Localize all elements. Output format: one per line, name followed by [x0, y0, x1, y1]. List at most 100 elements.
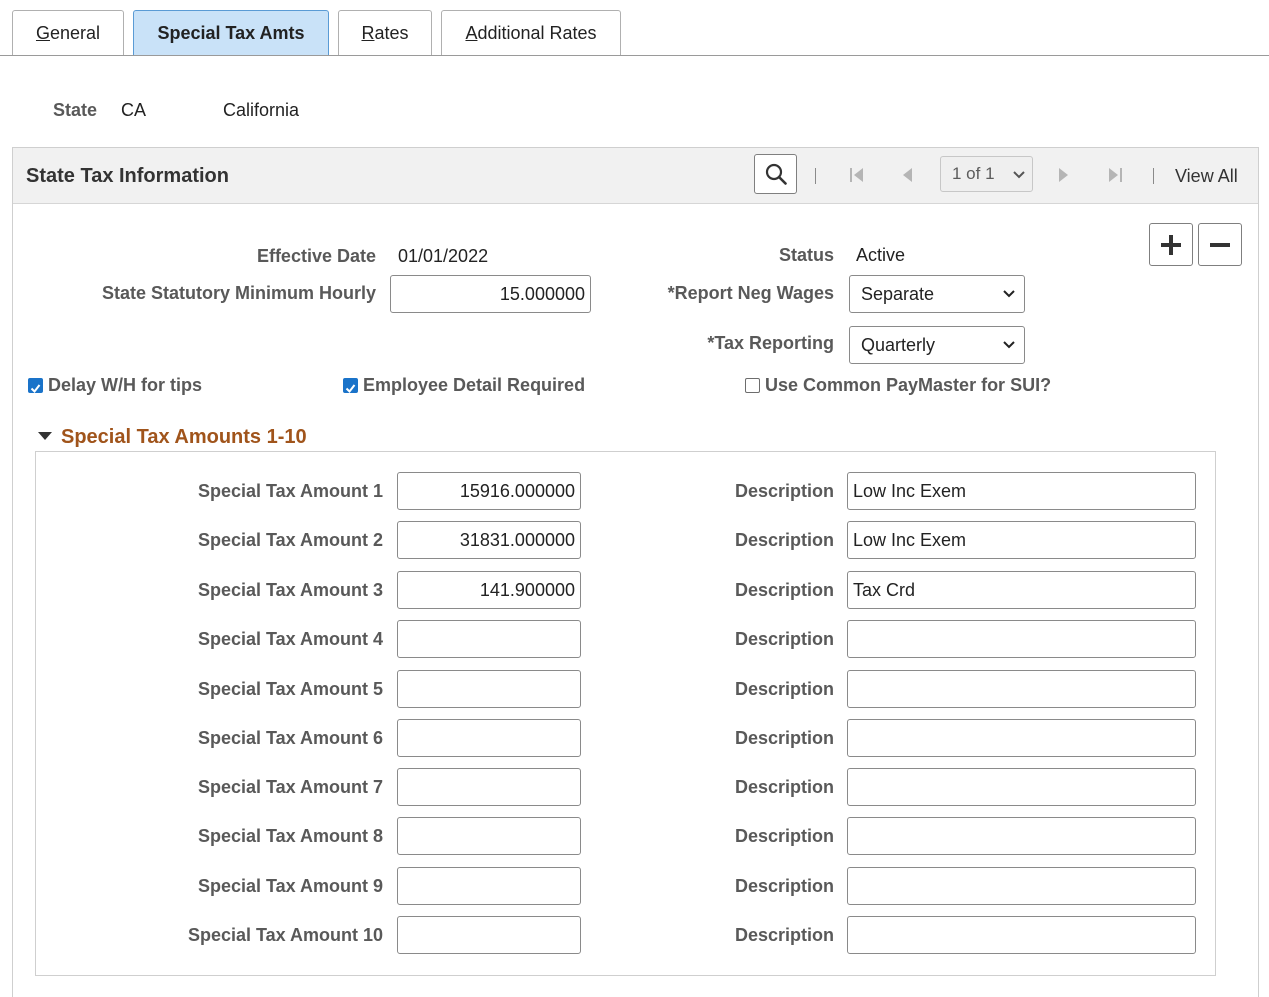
description-label: Description: [734, 530, 834, 550]
delete-row-icon: [1210, 242, 1230, 247]
state-label: State: [53, 100, 98, 120]
min-hourly-label: State Statutory Minimum Hourly: [101, 283, 376, 303]
special-tax-amount-label: Special Tax Amount 1: [197, 481, 383, 501]
special-tax-amount-label: Special Tax Amount 5: [197, 679, 383, 699]
description-label: Description: [734, 876, 834, 896]
section-title: State Tax Information: [26, 165, 229, 187]
special-tax-amount-input[interactable]: [397, 670, 581, 708]
employee-detail-label: Employee Detail Required: [363, 375, 586, 395]
special-tax-amount-label: Special Tax Amount 4: [197, 629, 383, 649]
previous-icon[interactable]: [901, 166, 913, 184]
description-label: Description: [734, 679, 834, 699]
checkmark-icon: [30, 384, 41, 394]
description-value: Tax Crd: [853, 579, 916, 600]
special-tax-amount-value: 31831.000000: [459, 529, 575, 550]
special-tax-amount-label: Special Tax Amount 8: [197, 826, 383, 846]
search-button[interactable]: [754, 154, 797, 194]
pager-separator: [815, 168, 816, 184]
chevron-down-icon: [1003, 341, 1015, 349]
special-tax-amount-input[interactable]: [397, 817, 581, 855]
employee-detail-checkbox[interactable]: [343, 378, 358, 394]
tax-reporting-select[interactable]: Quarterly: [849, 326, 1025, 364]
description-label: Description: [734, 481, 834, 501]
tab-general-label: eneral: [49, 23, 101, 43]
last-page-icon[interactable]: [1107, 166, 1123, 184]
pager-separator: [1153, 168, 1154, 184]
special-tax-amount-input[interactable]: [397, 916, 581, 954]
tab-rates-label-u: R: [361, 23, 375, 43]
tab-general[interactable]: General: [12, 10, 124, 56]
description-input[interactable]: Tax Crd: [847, 571, 1196, 609]
description-input[interactable]: [847, 670, 1196, 708]
special-tax-amount-input[interactable]: [397, 620, 581, 658]
special-tax-amount-input[interactable]: [397, 768, 581, 806]
state-name: California: [223, 100, 300, 120]
chevron-down-icon: [1003, 290, 1015, 298]
next-icon[interactable]: [1058, 166, 1070, 184]
description-input[interactable]: Low Inc Exem: [847, 521, 1196, 559]
description-input[interactable]: [847, 768, 1196, 806]
special-tax-amount-value: 15916.000000: [459, 480, 575, 501]
special-tax-amounts-title[interactable]: Special Tax Amounts 1-10: [61, 426, 307, 449]
special-tax-amount-input[interactable]: 15916.000000: [397, 472, 581, 510]
page-selector[interactable]: 1 of 1: [940, 156, 1033, 192]
special-tax-amount-value: 141.900000: [479, 579, 575, 600]
collapse-triangle-icon[interactable]: [37, 431, 53, 441]
description-input[interactable]: [847, 916, 1196, 954]
report-neg-wages-select[interactable]: Separate: [849, 275, 1025, 313]
special-tax-amount-label: Special Tax Amount 9: [197, 876, 383, 896]
description-label: Description: [734, 728, 834, 748]
special-tax-amount-input[interactable]: 31831.000000: [397, 521, 581, 559]
special-tax-amount-input[interactable]: [397, 719, 581, 757]
search-icon: [765, 163, 787, 185]
tab-special-tax-amts[interactable]: Special Tax Amts: [133, 10, 329, 56]
tax-reporting-value: Quarterly: [861, 334, 936, 355]
common-paymaster-label: Use Common PayMaster for SUI?: [765, 375, 1052, 395]
tab-additional-rates-label: dditional Rates: [477, 23, 597, 43]
first-page-icon[interactable]: [849, 166, 865, 184]
special-tax-amount-input[interactable]: 141.900000: [397, 571, 581, 609]
description-input[interactable]: [847, 817, 1196, 855]
tab-rates[interactable]: Rates: [338, 10, 432, 56]
checkmark-icon: [345, 384, 356, 394]
special-tax-amount-label: Special Tax Amount 6: [197, 728, 383, 748]
page-selector-value: 1 of 1: [952, 164, 995, 183]
min-hourly-value: 15.000000: [499, 283, 585, 304]
add-row-icon: [1161, 234, 1181, 255]
section-header: State Tax Information 1 of 1 View All: [13, 148, 1258, 204]
common-paymaster-checkbox[interactable]: [745, 378, 760, 393]
description-input[interactable]: Low Inc Exem: [847, 472, 1196, 510]
special-tax-amount-label: Special Tax Amount 2: [197, 530, 383, 550]
delete-row-button[interactable]: [1198, 223, 1242, 266]
description-value: Low Inc Exem: [853, 529, 967, 550]
view-all-link[interactable]: View All: [1175, 166, 1238, 187]
special-tax-amount-input[interactable]: [397, 867, 581, 905]
status-value: Active: [856, 245, 906, 265]
tab-additional-rates-label-u: A: [465, 23, 478, 43]
effective-date-label: Effective Date: [256, 246, 376, 266]
tab-additional-rates[interactable]: Additional Rates: [441, 10, 621, 56]
special-tax-amount-label: Special Tax Amount 7: [197, 777, 383, 797]
report-neg-wages-value: Separate: [861, 283, 935, 304]
special-tax-amount-label: Special Tax Amount 10: [187, 925, 383, 945]
effective-date-value: 01/01/2022: [398, 246, 489, 266]
min-hourly-input[interactable]: 15.000000: [390, 275, 591, 313]
tab-special-tax-amts-label: Special Tax Amts: [157, 23, 305, 43]
description-input[interactable]: [847, 719, 1196, 757]
state-code: CA: [121, 100, 147, 120]
add-row-button[interactable]: [1149, 223, 1193, 266]
report-neg-wages-label: *Report Neg Wages: [667, 283, 834, 303]
delay-wh-label: Delay W/H for tips: [48, 375, 203, 395]
chevron-down-icon: [1013, 171, 1025, 179]
status-label: Status: [778, 245, 834, 265]
description-input[interactable]: [847, 620, 1196, 658]
description-input[interactable]: [847, 867, 1196, 905]
description-label: Description: [734, 826, 834, 846]
delay-wh-checkbox[interactable]: [28, 378, 43, 394]
tab-general-label-u: G: [35, 23, 50, 43]
tax-reporting-label: *Tax Reporting: [707, 333, 834, 353]
tab-divider: [0, 55, 1269, 56]
description-label: Description: [734, 629, 834, 649]
description-value: Low Inc Exem: [853, 480, 967, 501]
description-label: Description: [734, 925, 834, 945]
